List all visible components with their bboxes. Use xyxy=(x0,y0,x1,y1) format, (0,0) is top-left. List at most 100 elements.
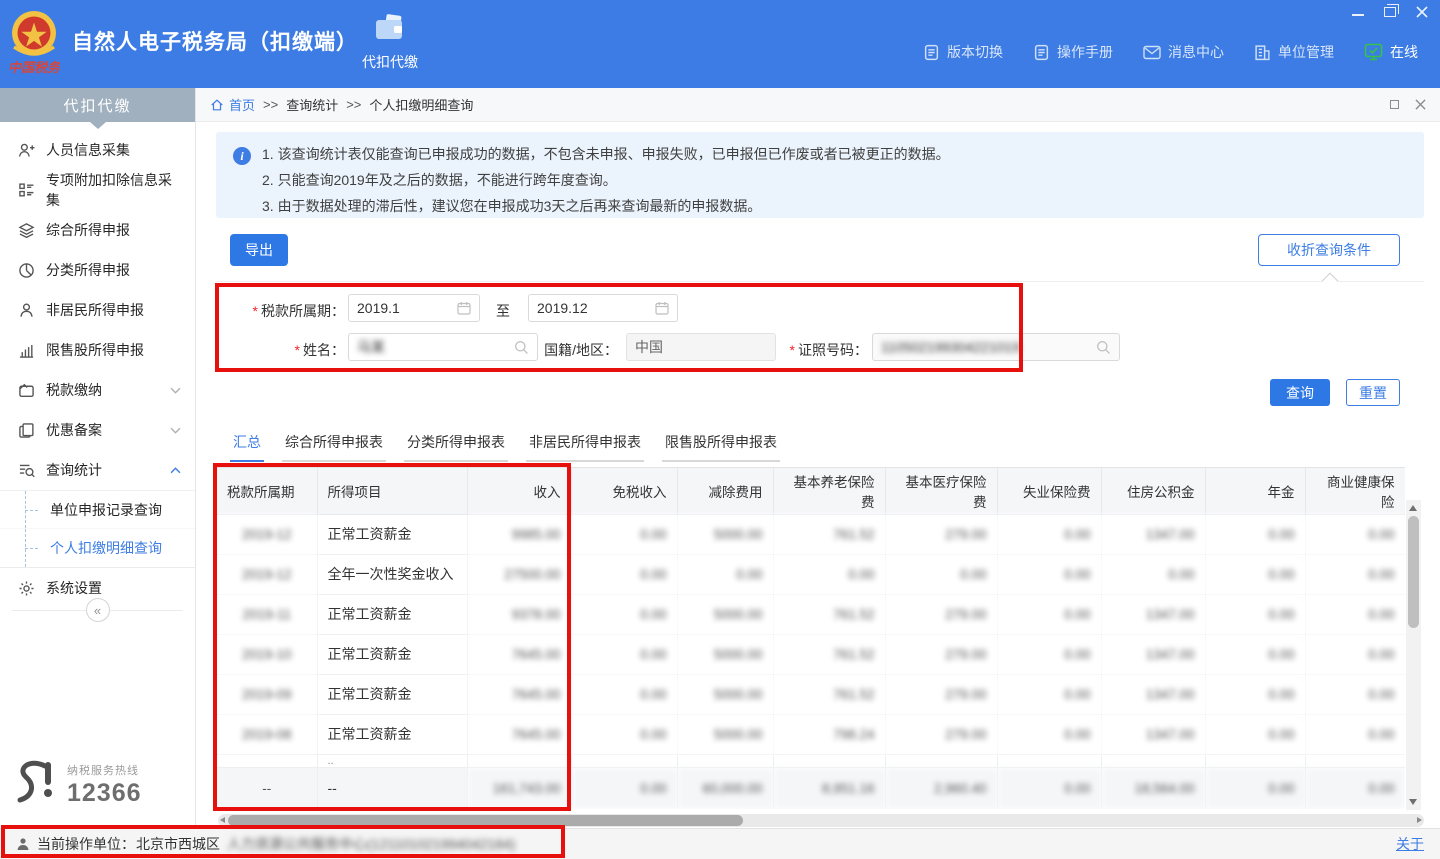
search-list-icon xyxy=(18,462,35,479)
reset-button[interactable]: 重置 xyxy=(1346,379,1400,406)
sidebar-item-query-statistics[interactable]: 查询统计 xyxy=(0,450,195,490)
vertical-scrollbar[interactable] xyxy=(1406,500,1421,810)
id-number-label: *证照号码： xyxy=(788,340,868,360)
table-cell: 0.00 xyxy=(1205,767,1305,809)
tab-summary[interactable]: 汇总 xyxy=(230,426,264,462)
table-cell xyxy=(217,754,317,767)
panel-maximize-icon[interactable] xyxy=(1390,100,1399,109)
nav-version-switch[interactable]: 版本切换 xyxy=(923,42,1003,62)
vertical-scroll-thumb[interactable] xyxy=(1408,516,1419,628)
restore-icon[interactable] xyxy=(1382,5,1398,19)
sidebar-item-personnel-info[interactable]: 人员信息采集 xyxy=(0,130,195,170)
table-cell: 279.00 xyxy=(885,674,997,714)
sidebar-item-unit-declaration-query[interactable]: 单位申报记录查询 xyxy=(0,491,195,529)
horizontal-scroll-thumb[interactable] xyxy=(228,815,743,826)
info-icon: i xyxy=(233,147,251,165)
tab-nonresident-income[interactable]: 非居民所得申报表 xyxy=(526,426,644,462)
table-cell: 正常工资薪金 xyxy=(317,634,467,674)
sidebar-item-classified-income[interactable]: 分类所得申报 xyxy=(0,250,195,290)
table-cell: 8,951.16 xyxy=(773,767,885,809)
tab-classified-income[interactable]: 分类所得申报表 xyxy=(404,426,508,462)
nav-label: 操作手册 xyxy=(1057,42,1113,62)
nav-message-center[interactable]: 消息中心 xyxy=(1143,42,1224,62)
id-number-input[interactable]: 110502199304221019 xyxy=(872,333,1120,361)
mail-icon xyxy=(1143,45,1161,60)
table-cell: 0.00 xyxy=(677,554,773,594)
panel-close-icon[interactable] xyxy=(1415,99,1426,110)
sidebar-item-nonresident-income[interactable]: 非居民所得申报 xyxy=(0,290,195,330)
search-icon[interactable] xyxy=(1096,340,1111,355)
table-cell: 279.00 xyxy=(885,514,997,554)
period-from-input[interactable]: 2019.1 xyxy=(348,294,480,322)
close-icon[interactable] xyxy=(1414,5,1430,19)
name-input[interactable]: 马某 xyxy=(348,333,538,361)
table-row: ----161,743.000.0060,000.008,951.162,960… xyxy=(217,767,1405,809)
chevron-down-icon xyxy=(170,387,181,394)
status-bar: 当前操作单位：北京市西城区 人力资源公共服务中心(121101021994042… xyxy=(0,828,1440,859)
breadcrumb-level2: 个人扣缴明细查询 xyxy=(369,95,473,114)
person-plus-icon xyxy=(18,142,35,159)
sidebar-item-preferential-filing[interactable]: 优惠备案 xyxy=(0,410,195,450)
column-header: 基本养老保险费 xyxy=(773,468,885,514)
table-cell: 0.00 xyxy=(571,634,677,674)
app-window: 中国税务 自然人电子税务局（扣缴端） 代扣代缴 版本切换 操作手册 xyxy=(0,0,1440,859)
column-header: 所得项目 xyxy=(317,468,467,514)
scroll-right-arrow-icon[interactable] xyxy=(1417,817,1422,823)
about-link[interactable]: 关于 xyxy=(1396,834,1424,854)
nav-manual[interactable]: 操作手册 xyxy=(1033,42,1113,62)
nationality-label: 国籍/地区： xyxy=(532,340,618,360)
sidebar-item-comprehensive-income[interactable]: 综合所得申报 xyxy=(0,210,195,250)
table-cell: 5000.00 xyxy=(677,594,773,634)
tab-restricted-stock[interactable]: 限售股所得申报表 xyxy=(662,426,780,462)
sidebar-item-label: 综合所得申报 xyxy=(46,220,130,240)
scroll-up-arrow-icon[interactable] xyxy=(1409,505,1417,511)
tab-withholding-module[interactable]: 代扣代缴 xyxy=(348,14,432,72)
table-cell: 1347.00 xyxy=(1101,674,1205,714)
chevron-up-icon xyxy=(170,467,181,474)
table-cell: 279.00 xyxy=(885,594,997,634)
table-cell: 761.52 xyxy=(773,674,885,714)
period-to-input[interactable]: 2019.12 xyxy=(528,294,678,322)
minimize-icon[interactable] xyxy=(1350,5,1366,19)
person-icon xyxy=(16,837,30,851)
panel-controls xyxy=(1390,99,1426,110)
table-cell: 0.00 xyxy=(997,514,1101,554)
search-icon[interactable] xyxy=(514,340,529,355)
sidebar-menu: 人员信息采集 专项附加扣除信息采集 综合所得申报 分类所得申报 非居民所得申报 … xyxy=(0,122,195,608)
table-cell: 0.00 xyxy=(997,554,1101,594)
horizontal-scrollbar[interactable] xyxy=(218,814,1424,827)
form-list-icon xyxy=(18,182,35,199)
table-cell: 0.00 xyxy=(997,634,1101,674)
sidebar-collapse-button[interactable]: « xyxy=(86,598,110,622)
tab-comprehensive-income[interactable]: 综合所得申报表 xyxy=(282,426,386,462)
table-cell: 0.00 xyxy=(997,594,1101,634)
table-cell: 0.00 xyxy=(571,714,677,754)
id-masked-value: 110502199304221019 xyxy=(881,339,1096,355)
nav-online-status[interactable]: 在线 xyxy=(1364,42,1418,62)
column-header: 住房公积金 xyxy=(1101,468,1205,514)
home-icon xyxy=(210,98,224,112)
sidebar-item-tax-payment[interactable]: 税款缴纳 xyxy=(0,370,195,410)
table-cell: 9378.00 xyxy=(467,594,571,634)
table-row: .. xyxy=(217,754,1405,767)
scroll-left-arrow-icon[interactable] xyxy=(220,817,225,823)
nav-unit-management[interactable]: 单位管理 xyxy=(1254,42,1334,62)
table-cell: 0.00 xyxy=(1305,634,1405,674)
table-cell: -- xyxy=(217,767,317,809)
sidebar-item-personal-withholding-query[interactable]: 个人扣缴明细查询 xyxy=(0,529,195,567)
table-cell: 0.00 xyxy=(1205,514,1305,554)
sidebar-item-special-deduction[interactable]: 专项附加扣除信息采集 xyxy=(0,170,195,210)
sidebar-item-restricted-stock[interactable]: 限售股所得申报 xyxy=(0,330,195,370)
document-icon xyxy=(1033,44,1050,61)
collapse-query-button[interactable]: 收折查询条件 xyxy=(1258,234,1400,266)
export-button[interactable]: 导出 xyxy=(230,234,288,266)
breadcrumb-separator: >> xyxy=(346,97,361,112)
nav-label: 版本切换 xyxy=(947,42,1003,62)
scroll-down-arrow-icon[interactable] xyxy=(1409,799,1417,805)
period-range-to-label: 至 xyxy=(496,301,510,321)
calendar-icon xyxy=(655,301,669,315)
table-cell: 0.00 xyxy=(773,554,885,594)
search-button[interactable]: 查询 xyxy=(1270,379,1330,406)
table-cell: 2019-09 xyxy=(217,674,317,714)
breadcrumb-home[interactable]: 首页 xyxy=(210,95,255,114)
